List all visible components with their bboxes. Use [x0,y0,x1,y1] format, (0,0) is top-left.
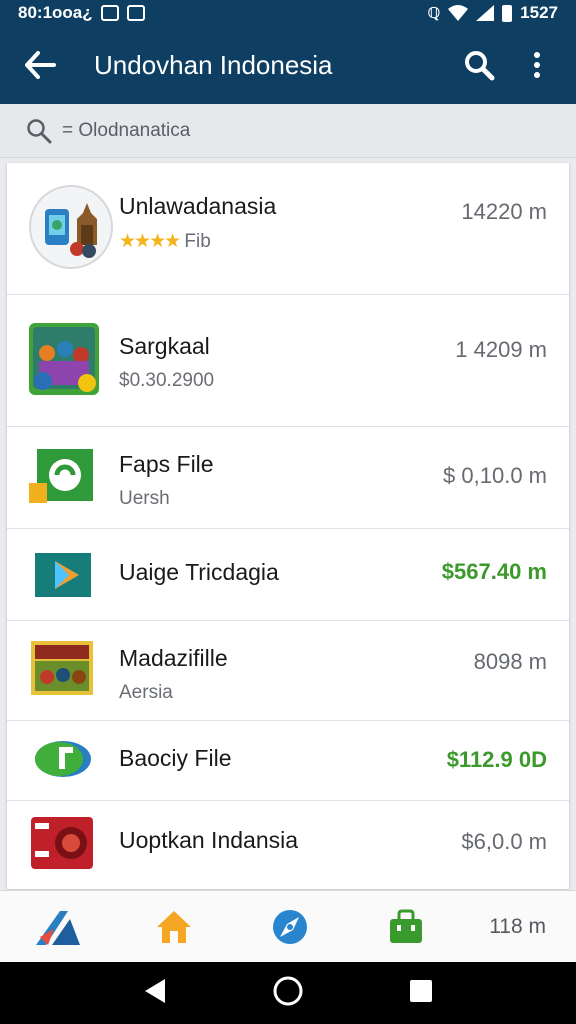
battery-icon [502,4,513,22]
item-price: $6,0.0 m [461,829,547,854]
item-rating: ★★★★ Fib [119,230,276,253]
item-subtitle: Uersh [119,488,170,509]
item-name: Uoptkan Indansia [119,827,299,853]
nav-item-explore[interactable] [232,891,348,963]
app-bar: Undovhan Indonesia [0,26,576,104]
more-options-button[interactable] [508,26,566,104]
rating-stars-icon: ★★★★ [119,231,181,252]
app-icon-temple [29,185,113,269]
item-price: 14220 m [461,199,547,224]
item-price: $ 0,10.0 m [443,463,547,488]
wifi-icon [448,5,469,21]
list-item[interactable]: Faps File Uersh $ 0,10.0 m [7,427,569,529]
signal-icon [476,5,495,21]
search-button[interactable] [450,26,508,104]
page-title: Undovhan Indonesia [94,49,333,80]
app-icon-poster [29,639,95,697]
item-name: Baociy File [119,745,232,771]
square-recents-icon [410,979,433,1002]
file-app-icon [29,445,95,509]
list-item[interactable]: Baociy File $112.9 0D [7,721,569,801]
status-clock: 1527 [520,3,558,22]
back-button[interactable] [0,26,80,104]
list-item[interactable]: Uoptkan Indansia $6,0.0 m [7,801,569,889]
status-time-text: 80:1ooa¿ [18,3,93,22]
bottom-navigation: 118 m [0,890,576,962]
nav-item-home[interactable] [116,891,232,963]
home-icon [157,910,191,943]
search-icon [27,118,52,143]
brand-logo-icon [36,910,80,945]
gallery-notification-icon [100,5,119,21]
search-icon [465,51,495,81]
list-item[interactable]: Unlawadanasia ★★★★ Fib 14220 m [7,163,569,295]
system-navigation-bar [0,962,576,1024]
search-query-text: = Olodnanatica [62,119,191,141]
nav-item-shop[interactable] [348,891,464,963]
item-subtitle: Aersia [119,682,173,703]
arrow-left-icon [25,51,56,79]
system-recents-button[interactable] [409,979,433,1008]
search-bar[interactable]: = Olodnanatica [0,104,576,158]
nav-price-text: 118 m [489,914,546,938]
bag-notification-icon [126,5,145,21]
bluetooth-icon: ℚ [427,5,441,22]
item-price: 1 4209 m [455,337,547,362]
system-home-button[interactable] [272,975,304,1012]
results-list: Unlawadanasia ★★★★ Fib 14220 m Sargkaal … [7,163,569,889]
list-item[interactable]: Madazifille Aersia 8098 m [7,621,569,721]
item-price: 8098 m [473,649,547,674]
item-name: Uaige Tricdagia [119,559,279,585]
item-price: $112.9 0D [446,747,547,772]
app-icon-red-badge [29,815,95,871]
list-item[interactable]: Sargkaal $0.30.2900 1 4209 m [7,295,569,427]
more-vert-icon [534,52,540,78]
item-subtitle: $0.30.2900 [119,370,215,391]
file-pill-icon [29,737,95,781]
item-name: Unlawadanasia [119,193,277,219]
system-back-button[interactable] [143,978,167,1009]
nav-item-logo[interactable] [0,891,116,963]
shopping-bag-icon [390,909,422,943]
item-price: $567.40 m [441,559,547,584]
item-name: Madazifille [119,645,228,671]
item-subtitle: Fib [184,231,211,252]
status-bar: 80:1ooa¿ ℚ 1527 [0,0,576,26]
triangle-back-icon [144,978,165,1003]
compass-icon [273,909,307,944]
play-icon [29,551,95,599]
circle-home-icon [273,976,303,1005]
item-name: Sargkaal [119,333,210,359]
item-name: Faps File [119,451,214,477]
list-item[interactable]: Uaige Tricdagia $567.40 m [7,529,569,621]
app-icon-group [29,323,99,395]
